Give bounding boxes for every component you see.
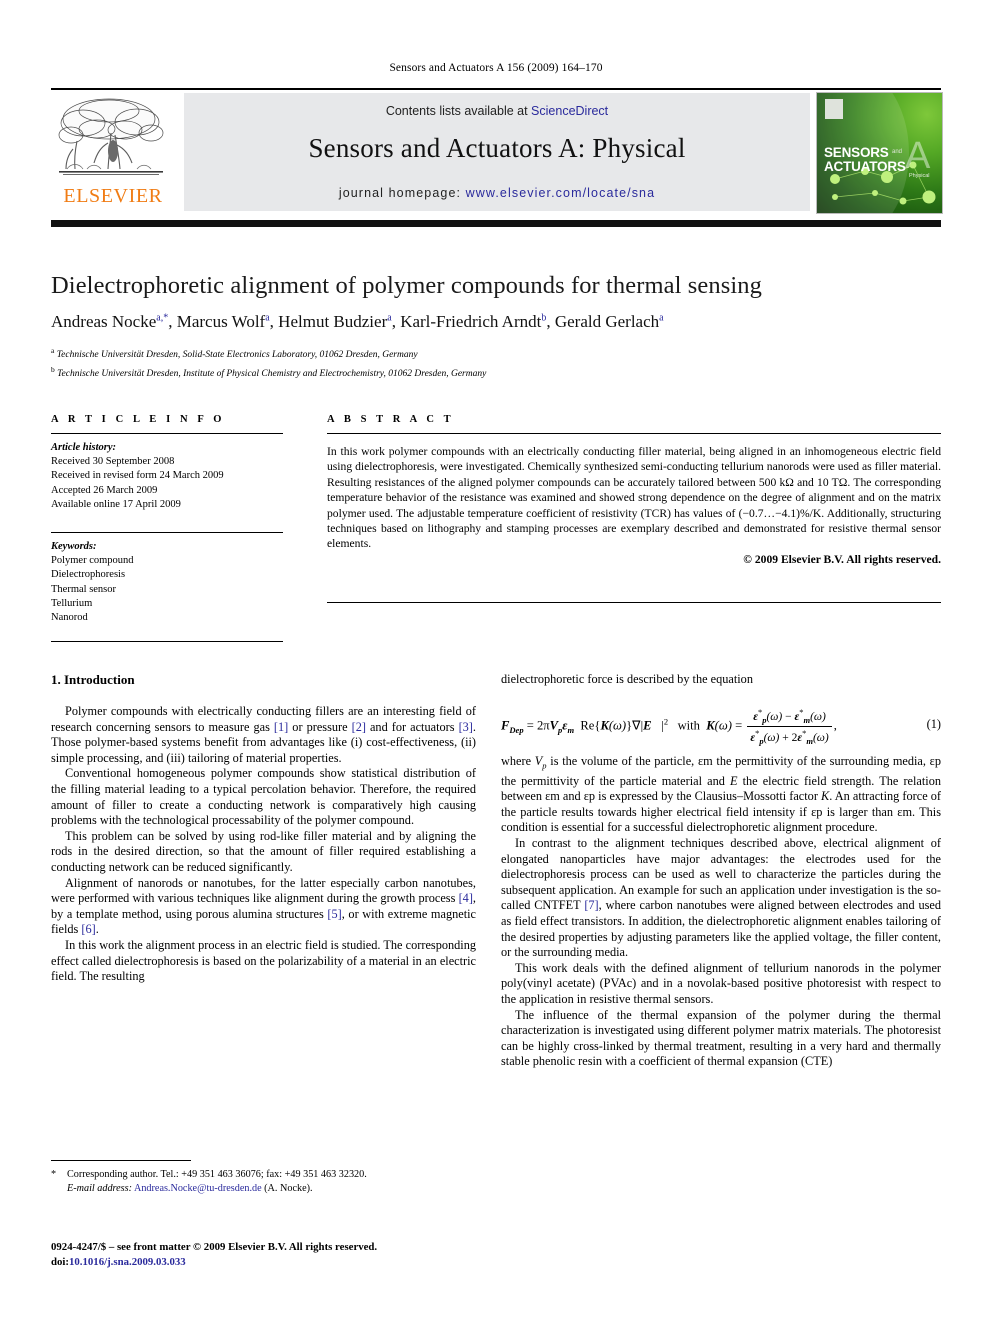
body-column-right: dielectrophoretic force is described by …: [501, 672, 941, 1070]
running-head: Sensors and Actuators A 156 (2009) 164–1…: [389, 62, 603, 74]
equation-1: FDep = 2πVpεm Re{K(ω)}∇|E⃗|2 with K(ω) =…: [501, 697, 941, 746]
keywords-block: Keywords: Polymer compound Dielectrophor…: [51, 532, 283, 625]
paragraph: In contrast to the alignment techniques …: [501, 836, 941, 960]
affiliation-mark-a: a: [51, 346, 55, 355]
abstract-bottom-rule: [327, 601, 941, 603]
history-item: Available online 17 April 2009: [51, 498, 181, 510]
citation-link[interactable]: [7]: [584, 898, 598, 912]
abstract-rule: [327, 433, 941, 434]
keywords-top-rule: [51, 532, 283, 534]
journal-homepage-line: journal homepage: www.elsevier.com/locat…: [184, 186, 810, 200]
article-info-rule: [51, 433, 283, 434]
paragraph: Conventional homogeneous polymer compoun…: [51, 766, 476, 828]
abstract-text: In this work polymer compounds with an e…: [327, 445, 941, 551]
masthead-panel: Contents lists available at ScienceDirec…: [184, 93, 810, 211]
history-item: Received 30 September 2008: [51, 456, 175, 468]
history-item: Accepted 26 March 2009: [51, 484, 158, 496]
section-heading-introduction: 1. Introduction: [51, 672, 135, 687]
doi-line: doi:10.1016/j.sna.2009.03.033: [51, 1255, 491, 1270]
author-list: Andreas Nockea,*, Marcus Wolfa, Helmut B…: [51, 312, 664, 331]
keyword-item: Tellurium: [51, 597, 93, 609]
keywords-list: Keywords: Polymer compound Dielectrophor…: [51, 540, 283, 625]
paragraph: Alignment of nanorods or nanotubes, for …: [51, 875, 476, 937]
email-suffix: (A. Nocke).: [264, 1183, 313, 1194]
keyword-item: Polymer compound: [51, 555, 134, 567]
equation-number: (1): [926, 716, 941, 731]
cover-title-line2: ACTUATORS: [824, 159, 906, 174]
imprint-line: 0924-4247/$ – see front matter © 2009 El…: [51, 1241, 378, 1253]
email-link[interactable]: Andreas.Nocke@tu-dresden.de: [134, 1183, 262, 1194]
equation-numerator: ε*p(ω) − ε*m(ω): [753, 706, 826, 725]
affiliation-a-text: Technische Universität Dresden, Solid-St…: [56, 350, 418, 361]
tree-svg: [58, 98, 164, 175]
abstract-copyright: © 2009 Elsevier B.V. All rights reserved…: [743, 552, 941, 566]
elsevier-tree-icon: [53, 93, 173, 185]
cover-series-letter: A: [905, 135, 931, 177]
article-info-bottom-rule: [51, 641, 283, 643]
masthead-black-bar: [51, 220, 941, 227]
contents-prefix: Contents lists available at: [385, 104, 532, 118]
page-title: Dielectrophoretic alignment of polymer c…: [51, 272, 762, 299]
corresponding-author-text: Corresponding author. Tel.: +49 351 463 …: [67, 1169, 367, 1180]
paragraph: Polymer compounds with electrically cond…: [51, 704, 476, 765]
body-column-left: 1. Introduction Polymer compounds with e…: [51, 672, 476, 985]
paper-page: Sensors and Actuators A 156 (2009) 164–1…: [0, 0, 992, 1323]
article-history: Article history: Received 30 September 2…: [51, 441, 283, 512]
journal-masthead: ELSEVIER Contents lists available at Sci…: [51, 88, 943, 215]
homepage-label: journal homepage:: [338, 186, 462, 200]
abstract-column: A B S T R A C T In this work polymer com…: [327, 414, 941, 603]
citation-link[interactable]: [2]: [352, 720, 366, 734]
cover-subtitle: Physical: [909, 173, 930, 179]
sciencedirect-link[interactable]: ScienceDirect: [531, 104, 608, 118]
article-history-label: Article history:: [51, 442, 117, 453]
keyword-item: Thermal sensor: [51, 583, 117, 595]
keywords-label: Keywords:: [51, 541, 97, 553]
elsevier-wordmark: ELSEVIER: [63, 185, 163, 207]
citation-link[interactable]: [3]: [459, 720, 473, 734]
journal-cover-image: SENSORS ACTUATORS and A Physical: [816, 92, 943, 214]
equation-1-body: FDep = 2πVpεm Re{K(ω)}∇|E⃗|2 with K(ω) =…: [501, 706, 837, 746]
homepage-url-link[interactable]: www.elsevier.com/locate/sna: [466, 186, 656, 200]
journal-title: Sensors and Actuators A: Physical: [308, 133, 686, 163]
citation-link[interactable]: [5]: [327, 907, 341, 921]
article-info-heading: A R T I C L E I N F O: [51, 414, 226, 425]
affiliation-mark-b: b: [51, 364, 55, 374]
affiliation-b-text: Technische Universität Dresden, Institut…: [57, 368, 487, 379]
affiliations: a Technische Universität Dresden, Solid-…: [51, 344, 941, 381]
abstract-heading: A B S T R A C T: [327, 414, 455, 425]
history-item: Received in revised form 24 March 2009: [51, 470, 224, 482]
paragraph: In this work the alignment process in an…: [51, 937, 476, 984]
footnote-corresponding-author: * Corresponding author. Tel.: +49 351 46…: [51, 1168, 476, 1196]
citation-link[interactable]: [4]: [459, 891, 473, 905]
footnote-body: Corresponding author. Tel.: +49 351 463 …: [67, 1168, 476, 1196]
article-info-column: A R T I C L E I N F O Article history: R…: [51, 414, 283, 643]
citation-link[interactable]: [1]: [274, 720, 288, 734]
doi-link[interactable]: 10.1016/j.sna.2009.03.033: [69, 1256, 186, 1268]
cover-title-line1: SENSORS: [824, 145, 889, 160]
doi-label: doi:: [51, 1256, 69, 1268]
imprint-block: 0924-4247/$ – see front matter © 2009 El…: [51, 1240, 491, 1270]
footnote-star: *: [51, 1169, 57, 1180]
email-label: E-mail address:: [67, 1183, 132, 1194]
keyword-item: Dielectrophoresis: [51, 569, 126, 581]
equation-lead-in: dielectrophoretic force is described by …: [501, 672, 753, 686]
footnote-rule: [51, 1160, 191, 1161]
affiliation-a: a Technische Universität Dresden, Solid-…: [51, 344, 941, 363]
equation-fraction: ε*p(ω) − ε*m(ω) ε*p(ω) + 2ε*m(ω): [747, 706, 832, 746]
paragraph: This problem can be solved by using rod-…: [51, 828, 476, 874]
paragraph: This work deals with the defined alignme…: [501, 960, 941, 1006]
cover-and-word: and: [892, 149, 903, 155]
affiliation-b: b Technische Universität Dresden, Instit…: [51, 363, 941, 382]
contents-line: Contents lists available at ScienceDirec…: [184, 104, 810, 118]
elsevier-logo: ELSEVIER: [51, 93, 178, 213]
paragraph: where Vp is the volume of the particle, …: [501, 753, 941, 835]
keyword-item: Nanorod: [51, 612, 88, 624]
paragraph: The influence of the thermal expansion o…: [501, 1007, 941, 1069]
equation-denominator: ε*p(ω) + 2ε*m(ω): [747, 725, 832, 746]
citation-link[interactable]: [6]: [81, 922, 95, 936]
